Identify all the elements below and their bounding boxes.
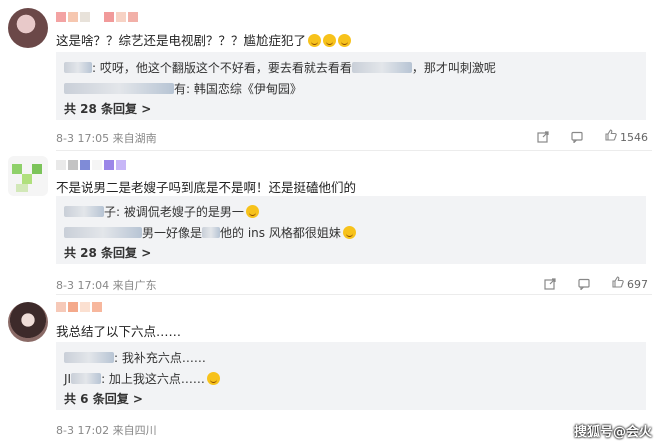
username-blurred[interactable] <box>64 83 174 94</box>
more-replies-link[interactable]: 共 28 条回复 > <box>64 100 151 117</box>
comment-meta: 8-3 17:04 来自广东 <box>56 279 157 292</box>
avatar[interactable] <box>8 8 48 48</box>
emoji-icon <box>245 205 259 218</box>
comment-icon[interactable] <box>577 278 590 290</box>
reply-line: : 哎呀，他这个翻版这个不好看，要去看就去看看 ，那才叫刺激呢 <box>64 59 496 76</box>
comment-icon[interactable] <box>570 131 583 143</box>
username-blurred[interactable] <box>64 206 104 217</box>
more-replies-link[interactable]: 共 6 条回复 > <box>64 390 143 407</box>
reply-box: 子: 被调侃老嫂子的是男一 男一好像是 他的 ins 风格都很姐妹 共 28 条回… <box>56 196 646 264</box>
reply-line: JI: 加上我这六点…… <box>64 370 220 387</box>
action-bar: 697 <box>543 276 648 291</box>
username-blurred[interactable] <box>56 12 144 22</box>
emoji-icon <box>342 226 356 239</box>
reply-line: 子: 被调侃老嫂子的是男一 <box>64 203 259 220</box>
comment-text: 我总结了以下六点…… <box>56 324 182 339</box>
username-blurred[interactable] <box>56 160 144 170</box>
comment-meta: 8-3 17:02 来自四川 <box>56 424 157 437</box>
comment-text: 这是啥？？综艺还是电视剧？？？尴尬症犯了 <box>56 30 352 49</box>
emoji-icon <box>338 34 352 47</box>
action-bar: 1546 <box>536 129 648 144</box>
reply-box: : 哎呀，他这个翻版这个不好看，要去看就去看看 ，那才叫刺激呢 有: 韩国恋综《伊… <box>56 52 646 120</box>
emoji-icon <box>323 34 337 47</box>
like-icon <box>611 276 624 288</box>
like-button[interactable]: 1546 <box>604 129 648 144</box>
watermark: 搜狐号@会火 <box>573 425 652 440</box>
like-button[interactable]: 697 <box>611 276 648 291</box>
emoji-icon <box>206 372 220 385</box>
avatar[interactable] <box>8 302 48 342</box>
username-blurred[interactable] <box>64 352 114 363</box>
comment-meta: 8-3 17:05 来自湖南 <box>56 132 157 145</box>
reply-box: : 我补充六点…… JI: 加上我这六点…… 共 6 条回复 > <box>56 342 646 410</box>
divider <box>56 150 652 151</box>
share-icon[interactable] <box>543 277 556 290</box>
username-blurred[interactable] <box>64 62 92 73</box>
reply-line: : 我补充六点…… <box>64 349 206 366</box>
comment-text: 不是说男二是老嫂子吗到底是不是啊！还是挺磕他们的 <box>56 180 357 195</box>
username-blurred[interactable] <box>64 227 142 238</box>
reply-line: 男一好像是 他的 ins 风格都很姐妹 <box>64 224 356 241</box>
divider <box>56 294 652 295</box>
username-blurred[interactable] <box>56 302 144 312</box>
emoji-icon <box>308 34 322 47</box>
more-replies-link[interactable]: 共 28 条回复 > <box>64 244 151 261</box>
reply-line: 有: 韩国恋综《伊甸园》 <box>64 80 302 97</box>
like-icon <box>604 129 617 141</box>
share-icon[interactable] <box>536 130 549 143</box>
username-blurred[interactable] <box>71 373 102 384</box>
avatar[interactable] <box>8 156 48 196</box>
